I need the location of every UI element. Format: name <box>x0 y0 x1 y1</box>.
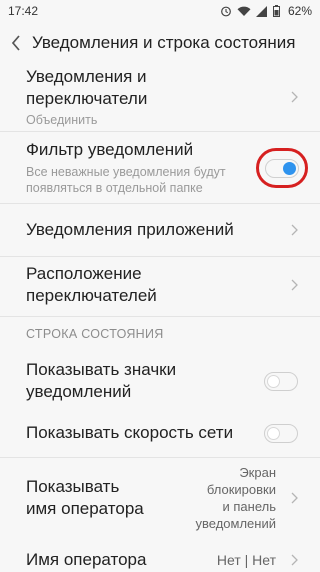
show-notification-icons-toggle[interactable] <box>264 371 298 391</box>
show-notification-icons-row[interactable]: Показывать значки уведомлений <box>0 356 320 406</box>
network-speed-toggle[interactable] <box>264 423 298 443</box>
show-notification-icons-title: Показывать значки уведомлений <box>26 360 177 401</box>
section-header-status-bar: СТРОКА СОСТОЯНИЯ <box>26 327 164 341</box>
operator-name-value: Нет | Нет <box>216 551 276 568</box>
show-operator-name-row[interactable]: Показывать имя оператора Экран блокировк… <box>0 460 320 536</box>
chevron-right-icon <box>286 492 298 504</box>
wifi-icon <box>237 6 251 16</box>
battery-percentage: 62% <box>287 4 312 18</box>
battery-icon <box>272 5 280 17</box>
back-button[interactable] <box>0 22 32 64</box>
divider <box>0 457 320 458</box>
operator-name-row[interactable]: Имя оператора Нет | Нет <box>0 548 320 572</box>
show-operator-name-value: Экран блокировки и панель уведомлений <box>195 465 276 531</box>
operator-name-title: Имя оператора <box>26 550 147 569</box>
switch-layout-row[interactable]: Расположение переключателей <box>0 260 320 310</box>
app-notifications-row[interactable]: Уведомления приложений <box>0 206 320 254</box>
divider <box>0 256 320 257</box>
show-operator-name-title: Показывать имя оператора <box>26 477 144 518</box>
divider <box>0 203 320 204</box>
chevron-right-icon <box>286 91 298 103</box>
alarm-icon <box>221 6 231 17</box>
chevron-right-icon <box>286 554 298 566</box>
notifications-switches-row[interactable]: Уведомления и переключатели Объединить <box>0 64 320 130</box>
status-icons: 62% <box>220 4 312 18</box>
switch-layout-title: Расположение переключателей <box>26 264 157 305</box>
app-notifications-title: Уведомления приложений <box>26 220 234 239</box>
network-speed-row[interactable]: Показывать скорость сети <box>0 418 320 448</box>
status-bar: 17:42 62% <box>0 0 320 22</box>
clock: 17:42 <box>8 4 39 18</box>
app-header: Уведомления и строка состояния <box>0 22 320 64</box>
notifications-switches-title: Уведомления и переключатели <box>26 67 148 108</box>
notification-filter-title: Фильтр уведомлений <box>26 139 194 159</box>
network-speed-title: Показывать скорость сети <box>26 423 234 442</box>
chevron-right-icon <box>286 279 298 291</box>
toggle-highlight-ring <box>256 148 308 188</box>
divider <box>0 316 320 317</box>
chevron-left-icon <box>11 35 20 51</box>
notifications-switches-value: Объединить <box>26 113 98 127</box>
notification-filter-toggle[interactable] <box>265 158 299 178</box>
signal-icon <box>255 5 267 17</box>
page-title: Уведомления и строка состояния <box>32 33 296 52</box>
chevron-right-icon <box>286 224 298 236</box>
